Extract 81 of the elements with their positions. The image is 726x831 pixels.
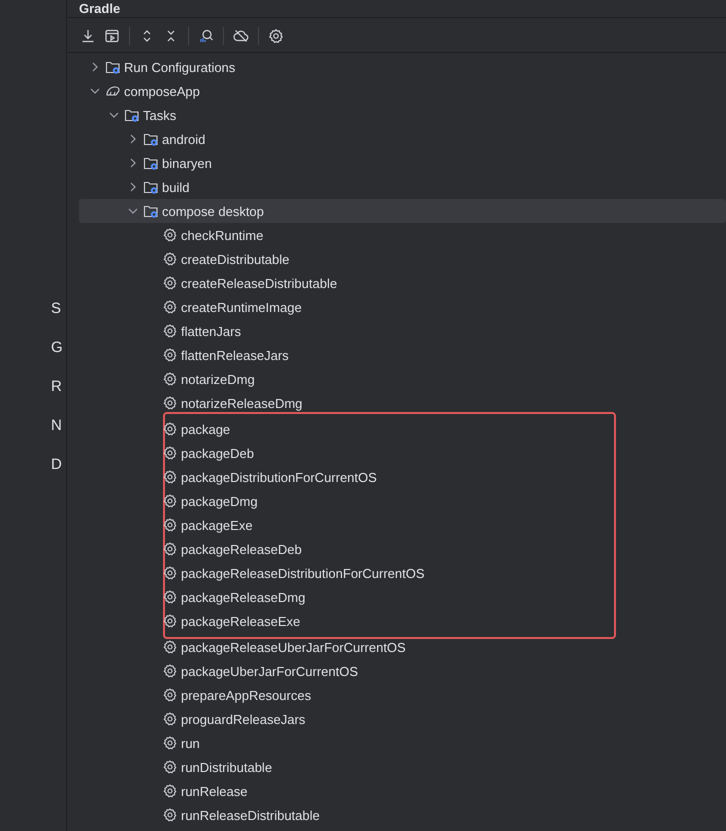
tree-label: binaryen bbox=[162, 156, 212, 170]
analyze-icon bbox=[198, 28, 214, 44]
gear-icon bbox=[162, 687, 178, 703]
task-label[interactable]: proguardReleaseJars bbox=[181, 712, 306, 726]
gear-icon bbox=[162, 663, 178, 679]
tree-label: Run Configurations bbox=[124, 60, 236, 74]
settings-category[interactable]: G bbox=[51, 338, 66, 358]
task-label[interactable]: packageReleaseDmg bbox=[181, 590, 306, 604]
task-label[interactable]: packageReleaseExe bbox=[181, 614, 300, 628]
gear-icon bbox=[162, 371, 178, 387]
tree-label: Tasks bbox=[143, 108, 176, 122]
task-label[interactable]: run bbox=[181, 736, 200, 750]
task-label[interactable]: notarizeReleaseDmg bbox=[181, 396, 302, 410]
gear-icon bbox=[162, 395, 178, 411]
gear-icon bbox=[162, 421, 178, 437]
gear-icon bbox=[162, 639, 178, 655]
download-icon bbox=[80, 28, 96, 44]
gear-icon bbox=[162, 613, 178, 629]
gear-icon bbox=[162, 227, 178, 243]
task-label[interactable]: flattenJars bbox=[181, 324, 241, 338]
task-label[interactable]: runRelease bbox=[181, 784, 248, 798]
folder-icon bbox=[143, 179, 159, 195]
tree-row[interactable]: Run Configurations bbox=[79, 55, 726, 79]
gear-icon bbox=[162, 589, 178, 605]
tree-label: android bbox=[162, 132, 206, 146]
folder-icon bbox=[143, 203, 159, 219]
settings-category[interactable]: R bbox=[51, 377, 66, 397]
task-label[interactable]: createDistributable bbox=[181, 252, 290, 266]
run-window-icon bbox=[104, 28, 120, 44]
task-label[interactable]: createRuntimeImage bbox=[181, 300, 302, 314]
gear-icon bbox=[162, 759, 178, 775]
tree-row[interactable]: compose desktop bbox=[79, 199, 726, 223]
task-label[interactable]: packageReleaseUberJarForCurrentOS bbox=[181, 640, 406, 654]
task-label[interactable]: runReleaseDistributable bbox=[181, 808, 320, 822]
task-label[interactable]: packageReleaseDistributionForCurrentOS bbox=[181, 566, 425, 580]
task-label[interactable]: notarizeDmg bbox=[181, 372, 255, 386]
tree-label: build bbox=[162, 180, 190, 194]
task-label[interactable]: runDistributable bbox=[181, 760, 272, 774]
folder-icon bbox=[143, 155, 159, 171]
gear-icon bbox=[162, 783, 178, 799]
cloud-crossed-icon bbox=[233, 28, 249, 44]
tree-row[interactable]: binaryen bbox=[79, 151, 726, 175]
settings-category[interactable]: S bbox=[51, 299, 66, 319]
gear-icon bbox=[162, 445, 178, 461]
settings-category[interactable]: N bbox=[51, 416, 66, 436]
task-label[interactable]: packageExe bbox=[181, 518, 253, 532]
gear-icon bbox=[162, 711, 178, 727]
gear-icon bbox=[162, 347, 178, 363]
tree-row[interactable]: android bbox=[79, 127, 726, 151]
tree-row[interactable]: build bbox=[79, 175, 726, 199]
gear-icon bbox=[162, 541, 178, 557]
task-label[interactable]: checkRuntime bbox=[181, 228, 264, 242]
task-label[interactable]: flattenReleaseJars bbox=[181, 348, 289, 362]
task-label[interactable]: packageReleaseDeb bbox=[181, 542, 302, 556]
task-label[interactable]: packageDistributionForCurrentOS bbox=[181, 470, 377, 484]
tree-row[interactable]: Tasks bbox=[79, 103, 726, 127]
settings-icon bbox=[268, 28, 284, 44]
tree-label: compose desktop bbox=[162, 204, 264, 218]
folder-icon bbox=[143, 131, 159, 147]
gear-icon bbox=[162, 565, 178, 581]
panel-title: Gradle bbox=[67, 0, 726, 18]
settings-category[interactable]: D bbox=[51, 455, 66, 475]
gear-icon bbox=[162, 299, 178, 315]
gear-icon bbox=[162, 323, 178, 339]
task-label[interactable]: packageUberJarForCurrentOS bbox=[181, 664, 358, 678]
folder-icon bbox=[105, 59, 121, 75]
gear-icon bbox=[162, 251, 178, 267]
gear-icon bbox=[162, 469, 178, 485]
task-label[interactable]: packageDeb bbox=[181, 446, 254, 460]
task-label[interactable]: prepareAppResources bbox=[181, 688, 312, 702]
tree-row[interactable]: composeApp bbox=[79, 79, 726, 103]
gear-icon bbox=[162, 517, 178, 533]
task-label[interactable]: createReleaseDistributable bbox=[181, 276, 338, 290]
gear-icon bbox=[162, 493, 178, 509]
task-label[interactable]: packageDmg bbox=[181, 494, 258, 508]
gear-icon bbox=[162, 735, 178, 751]
gear-icon bbox=[162, 807, 178, 823]
gear-icon bbox=[162, 275, 178, 291]
tree-label: composeApp bbox=[124, 84, 200, 98]
folder-icon bbox=[124, 107, 140, 123]
task-label[interactable]: package bbox=[181, 422, 230, 436]
